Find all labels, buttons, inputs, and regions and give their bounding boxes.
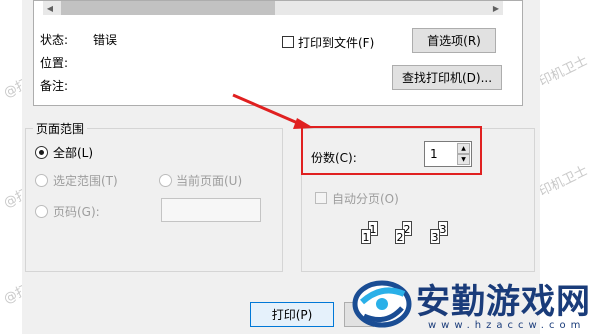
collate-illustration: 1 1 2 2 3 3 [358,221,468,253]
page-sheet: 3 [430,229,440,244]
page-range-title: 页面范围 [33,120,88,137]
all-pages-radio[interactable] [35,146,48,159]
pages-label[interactable]: 页码(G): [53,203,100,220]
scroll-left-icon[interactable]: ◀ [43,1,57,15]
site-watermark: 安勤游戏网 www.hzaccw.com [350,270,600,334]
pages-radio[interactable] [35,205,48,218]
site-url: www.hzaccw.com [428,320,586,331]
status-label: 状态: [40,33,69,47]
page-range-group: 页面范围 全部(L) 选定范围(T) 当前页面(U) 页码(G): [25,120,283,272]
scrollbar-thumb[interactable] [61,1,275,15]
print-to-file-checkbox[interactable] [282,36,294,48]
find-printer-button[interactable]: 查找打印机(D)... [392,65,502,90]
preferences-button[interactable]: 首选项(R) [412,28,496,53]
printer-list-scrollbar[interactable]: ◀ ▶ [43,1,503,15]
page-sheet: 2 [395,229,405,244]
current-page-label[interactable]: 当前页面(U) [176,172,242,189]
print-button[interactable]: 打印(P) [250,302,334,327]
print-to-file-label[interactable]: 打印到文件(F) [298,34,374,51]
site-logo-icon [352,280,412,328]
pages-input[interactable] [161,198,261,222]
selection-radio[interactable] [35,174,48,187]
selection-label[interactable]: 选定范围(T) [53,172,118,189]
page-sheet: 1 [361,229,371,244]
current-page-radio[interactable] [159,174,172,187]
scroll-right-icon[interactable]: ▶ [489,1,503,15]
all-pages-label[interactable]: 全部(L) [53,144,93,161]
collate-checkbox[interactable] [315,192,327,204]
status-value: 错误 [93,33,118,47]
collate-label[interactable]: 自动分页(O) [332,190,399,207]
printer-info-panel: ◀ ▶ 状态: 错误 位置: 备注: 打印到文件(F) 首选项(R) 查找打印机… [33,0,523,106]
location-label: 位置: [40,56,69,70]
site-name: 安勤游戏网 [416,282,591,322]
comment-label: 备注: [40,79,69,93]
copies-highlight-box [301,126,482,175]
